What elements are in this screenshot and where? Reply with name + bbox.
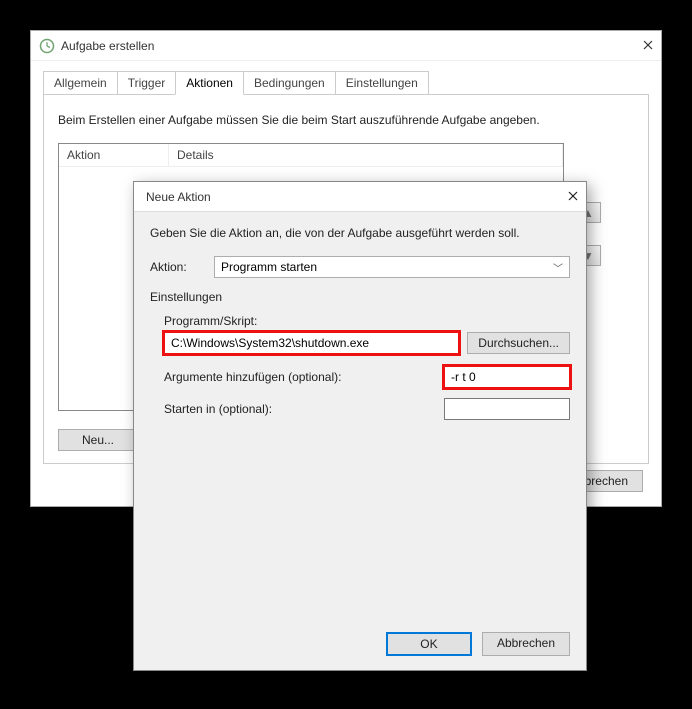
startin-label: Starten in (optional): xyxy=(164,402,432,416)
dialog-title: Neue Aktion xyxy=(146,190,548,204)
titlebar: Aufgabe erstellen xyxy=(31,31,661,61)
titlebar: Neue Aktion xyxy=(134,182,586,212)
aktion-row: Aktion: Programm starten ﹀ xyxy=(150,256,570,278)
panel-hint: Beim Erstellen einer Aufgabe müssen Sie … xyxy=(58,113,634,127)
tab-aktionen[interactable]: Aktionen xyxy=(175,71,244,95)
program-label: Programm/Skript: xyxy=(164,314,570,328)
tab-strip: Allgemein Trigger Aktionen Bedingungen E… xyxy=(31,61,661,94)
program-row: Durchsuchen... xyxy=(164,332,570,354)
dialog-title: Aufgabe erstellen xyxy=(61,39,623,53)
ok-button[interactable]: OK xyxy=(386,632,472,656)
dialog-body: Geben Sie die Aktion an, die von der Auf… xyxy=(134,212,586,440)
abbrechen-button[interactable]: Abbrechen xyxy=(482,632,570,656)
task-scheduler-icon xyxy=(39,38,55,54)
tab-allgemein[interactable]: Allgemein xyxy=(43,71,118,94)
list-buttons: Neu... xyxy=(58,429,138,451)
program-input[interactable] xyxy=(164,332,459,354)
chevron-down-icon: ﹀ xyxy=(553,260,563,275)
startin-input[interactable] xyxy=(444,398,570,420)
aktion-combobox[interactable]: Programm starten ﹀ xyxy=(214,256,570,278)
tab-bedingungen[interactable]: Bedingungen xyxy=(243,71,336,94)
arguments-row: Argumente hinzufügen (optional): xyxy=(164,366,570,388)
new-button[interactable]: Neu... xyxy=(58,429,138,451)
dialog-prompt: Geben Sie die Aktion an, die von der Auf… xyxy=(150,226,570,240)
startin-row: Starten in (optional): xyxy=(164,398,570,420)
aktion-combobox-value: Programm starten xyxy=(221,260,317,274)
close-icon xyxy=(568,191,578,201)
column-details[interactable]: Details xyxy=(169,144,563,166)
browse-button[interactable]: Durchsuchen... xyxy=(467,332,570,354)
close-icon xyxy=(643,40,653,50)
tab-trigger[interactable]: Trigger xyxy=(117,71,177,94)
tab-einstellungen[interactable]: Einstellungen xyxy=(335,71,429,94)
close-button[interactable] xyxy=(623,38,653,53)
list-header: Aktion Details xyxy=(59,144,563,167)
close-button[interactable] xyxy=(548,189,578,204)
arguments-label: Argumente hinzufügen (optional): xyxy=(164,370,432,384)
aktion-label: Aktion: xyxy=(150,260,206,274)
new-action-dialog: Neue Aktion Geben Sie die Aktion an, die… xyxy=(133,181,587,671)
arguments-input[interactable] xyxy=(444,366,570,388)
dialog-footer: OK Abbrechen xyxy=(386,632,570,656)
column-aktion[interactable]: Aktion xyxy=(59,144,169,166)
settings-group-label: Einstellungen xyxy=(150,290,570,304)
